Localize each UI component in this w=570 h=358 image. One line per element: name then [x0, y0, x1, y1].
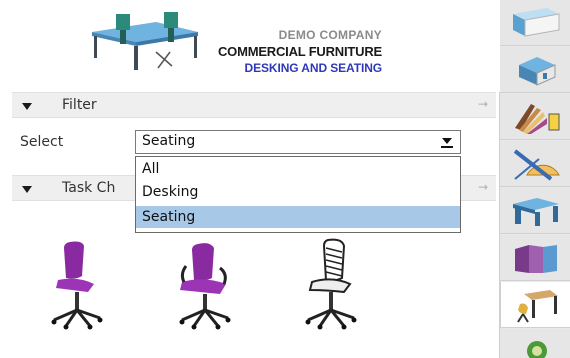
partition-panels-icon — [515, 245, 557, 273]
select-current-value: Seating — [142, 133, 196, 149]
company-tagline: COMMERCIAL FURNITURE — [217, 44, 382, 59]
desking-tool-button[interactable] — [500, 188, 570, 234]
finishes-tool-button[interactable] — [500, 94, 570, 140]
tool-sidebar — [500, 0, 570, 358]
chevron-down-icon — [442, 138, 452, 144]
room-icon — [519, 57, 556, 86]
desk-icon — [513, 198, 559, 226]
dropdown-toggle-button[interactable] — [436, 133, 458, 151]
company-banner: DEMO COMPANY COMMERCIAL FURNITURE DESKIN… — [0, 0, 500, 92]
more-tool-button[interactable] — [500, 329, 570, 358]
task-section-label: Task Ch — [62, 180, 116, 196]
select-dropdown-list[interactable]: All Desking Seating — [135, 156, 461, 233]
wall-icon — [513, 8, 560, 37]
collapse-triangle-icon[interactable] — [22, 186, 32, 193]
dropdown-option-desking[interactable]: Desking — [136, 181, 460, 203]
color-swatches-icon — [515, 104, 560, 134]
purple-armchair-icon[interactable] — [176, 238, 234, 330]
wall-tool-button[interactable] — [500, 0, 570, 46]
arrow-right-icon[interactable]: → — [478, 97, 488, 111]
room-tool-button[interactable] — [500, 47, 570, 93]
green-object-icon — [527, 341, 547, 358]
panels-tool-button[interactable] — [500, 235, 570, 281]
filter-section-label: Filter — [62, 97, 97, 113]
white-mesh-chair-icon[interactable] — [302, 238, 360, 330]
arrow-right-icon[interactable]: → — [478, 180, 488, 194]
select-label: Select — [20, 134, 64, 150]
category-select[interactable]: Seating — [135, 130, 461, 154]
desk-chair-icon — [517, 290, 558, 323]
ruler-protractor-icon — [513, 149, 560, 181]
dropdown-option-all[interactable]: All — [136, 158, 460, 180]
dropdown-option-seating[interactable]: Seating — [136, 206, 460, 228]
collapse-triangle-icon[interactable] — [22, 103, 32, 110]
purple-office-chair-icon[interactable] — [48, 238, 106, 330]
company-subtitle: DESKING AND SEATING — [244, 61, 383, 75]
desk-illustration — [92, 12, 198, 70]
company-name: DEMO COMPANY — [278, 28, 382, 42]
filter-section-header[interactable]: Filter → — [12, 92, 496, 118]
measure-tool-button[interactable] — [500, 141, 570, 187]
furniture-tool-button[interactable] — [500, 282, 570, 328]
main-panel: DEMO COMPANY COMMERCIAL FURNITURE DESKIN… — [0, 0, 500, 358]
